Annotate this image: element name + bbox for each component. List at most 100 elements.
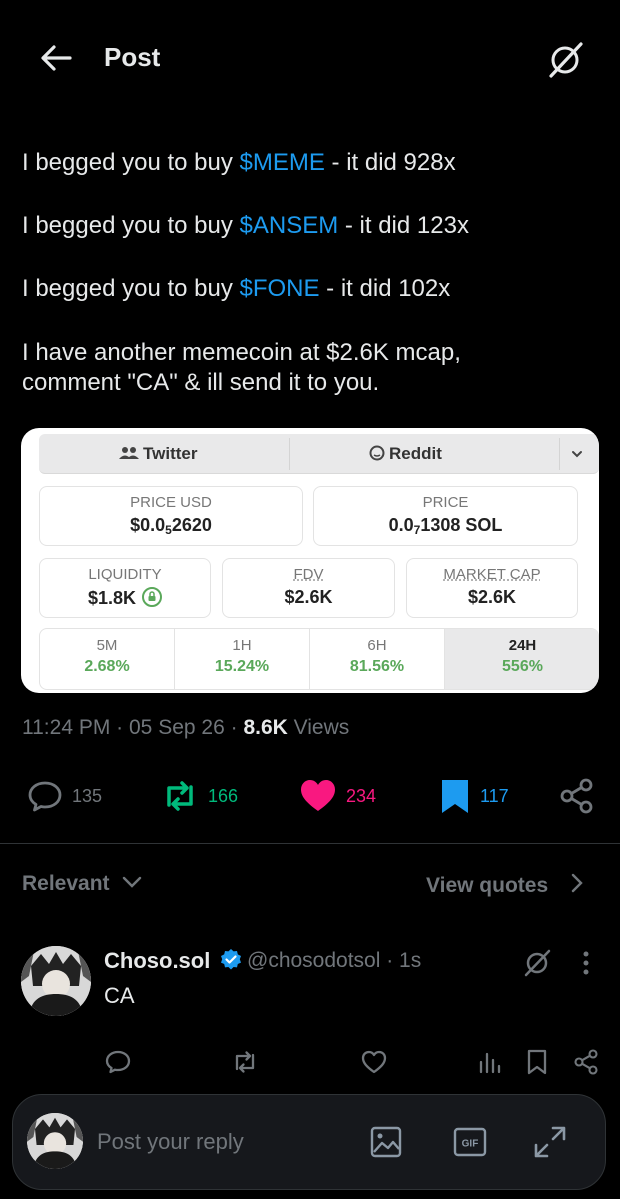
tab-label: Reddit [389, 444, 442, 463]
post-line-text: - it did 928x [324, 149, 456, 176]
like-action[interactable]: 234 [298, 776, 376, 816]
reply-share-button[interactable] [572, 1048, 600, 1076]
tab-twitter: Twitter [119, 444, 197, 464]
post-line-text: - it did 123x [338, 212, 469, 239]
post-line-text: I begged you to buy [22, 149, 240, 176]
ticker-link[interactable]: $ANSEM [240, 212, 339, 239]
post-line-text: I begged you to buy [22, 275, 240, 302]
reply-count: 135 [72, 785, 103, 806]
post-line-text: I begged you to buy [22, 212, 240, 239]
tab-divider [289, 438, 290, 470]
post-date: 05 Sep 26 [129, 716, 225, 739]
repost-count: 166 [208, 785, 239, 806]
view-quotes-link[interactable]: View quotes [426, 872, 586, 898]
ticker-link[interactable]: $FONE [240, 275, 320, 302]
change-label: 5M [96, 637, 118, 654]
tab-reddit: Reddit [369, 444, 442, 464]
stat-liquidity: LIQUIDITY $1.8K [39, 558, 211, 618]
stat-value-part: $0.0 [130, 515, 166, 535]
top-bar: Post [0, 0, 620, 110]
expand-button[interactable] [531, 1123, 569, 1161]
repost-icon [167, 781, 193, 811]
post-line-3: I begged you to buy $FONE - it did 102x [22, 274, 450, 304]
post-image[interactable]: Twitter Reddit PRICE USD $0.052620 PRICE… [21, 428, 599, 693]
social-tabs-bar: Twitter Reddit [39, 434, 599, 474]
stat-price: PRICE 0.071308 SOL [313, 486, 578, 546]
reply-author-name: Choso.sol [104, 948, 211, 973]
reply-reply-button[interactable] [104, 1048, 132, 1076]
post-line-text: - it did 102x [319, 275, 451, 302]
reply-repost-button[interactable] [231, 1048, 259, 1076]
repost-icon [235, 1051, 255, 1073]
back-button[interactable] [36, 38, 76, 78]
view-quotes-label: View quotes [426, 874, 549, 897]
stat-value: $0.052620 [40, 515, 302, 537]
gif-icon: GIF [453, 1127, 487, 1157]
reply-action[interactable]: 135 [26, 776, 102, 816]
avatar-image [27, 1113, 83, 1169]
stat-label: PRICE [422, 494, 469, 511]
reply-author[interactable]: Choso.sol [104, 948, 243, 974]
share-icon [574, 1049, 598, 1075]
avatar[interactable] [21, 946, 91, 1016]
stat-label: LIQUIDITY [88, 566, 162, 583]
views-count: 8.6K [243, 716, 288, 739]
like-count: 234 [346, 785, 377, 806]
post-line-1: I begged you to buy $MEME - it did 928x [22, 148, 456, 178]
more-options-button[interactable] [576, 948, 596, 978]
change-label: 6H [367, 637, 387, 654]
reply-bookmark-button[interactable] [523, 1048, 551, 1076]
change-value: 81.56% [349, 658, 405, 675]
page-title: Post [104, 42, 161, 72]
reddit-icon [369, 445, 385, 461]
chevron-down-icon [572, 451, 582, 458]
reply-input[interactable]: Post your reply [97, 1129, 244, 1155]
post-line-2: I begged you to buy $ANSEM - it did 123x [22, 211, 469, 241]
stat-label: PRICE USD [130, 494, 212, 511]
post-closing: I have another memecoin at $2.6K mcap, c… [22, 338, 461, 398]
reply-handle[interactable]: @chosodotsol · 1s [247, 949, 421, 973]
tab-dropdown [559, 438, 593, 470]
stat-value-sub: 5 [165, 523, 172, 537]
add-image-button[interactable] [367, 1123, 405, 1161]
add-gif-button[interactable]: GIF [451, 1123, 489, 1161]
stat-label: FDV [293, 566, 324, 583]
change-24h: 24H 556% [445, 629, 598, 689]
arrow-left-icon [41, 45, 72, 71]
post-closing-line-1: I have another memecoin at $2.6K mcap, [22, 339, 461, 366]
change-value: 556% [502, 658, 543, 675]
composer-avatar [27, 1113, 83, 1169]
stat-value: $2.6K [284, 587, 333, 607]
users-icon [119, 447, 139, 459]
chevron-right-icon [571, 873, 583, 893]
stat-value-text: $1.8K [87, 588, 137, 608]
reply-views-button[interactable] [476, 1048, 504, 1076]
svg-text:GIF: GIF [462, 1139, 479, 1150]
grok-button[interactable] [543, 38, 587, 82]
bookmark-action[interactable]: 117 [438, 776, 509, 816]
analytics-icon [479, 1052, 501, 1074]
tab-label: Twitter [143, 444, 198, 463]
sort-label: Relevant [22, 872, 110, 895]
bookmark-icon [442, 780, 468, 813]
grok-icon [549, 42, 583, 78]
reply-like-button[interactable] [360, 1048, 388, 1076]
stat-price-usd: PRICE USD $0.052620 [39, 486, 303, 546]
post-meta: 11:24 PM · 05 Sep 26 · 8.6K Views [22, 716, 350, 739]
stat-label: MARKET CAP [443, 566, 541, 583]
sort-relevant-button[interactable]: Relevant [22, 872, 143, 896]
reply-grok-button[interactable] [520, 946, 554, 980]
repost-action[interactable]: 166 [160, 776, 238, 816]
chevron-down-icon [123, 876, 142, 888]
post-closing-line-2: comment "CA" & ill send it to you. [22, 369, 380, 396]
expand-icon [534, 1126, 566, 1158]
comment-icon [28, 781, 62, 812]
change-1h: 1H 15.24% [175, 629, 310, 689]
reply-composer[interactable]: Post your reply GIF [12, 1094, 606, 1190]
ticker-link[interactable]: $MEME [240, 149, 325, 176]
heart-icon [361, 1050, 387, 1074]
bookmark-count: 117 [480, 785, 509, 806]
share-action[interactable] [558, 776, 596, 816]
share-icon [560, 778, 593, 814]
stat-value-part: 0.0 [388, 515, 414, 535]
